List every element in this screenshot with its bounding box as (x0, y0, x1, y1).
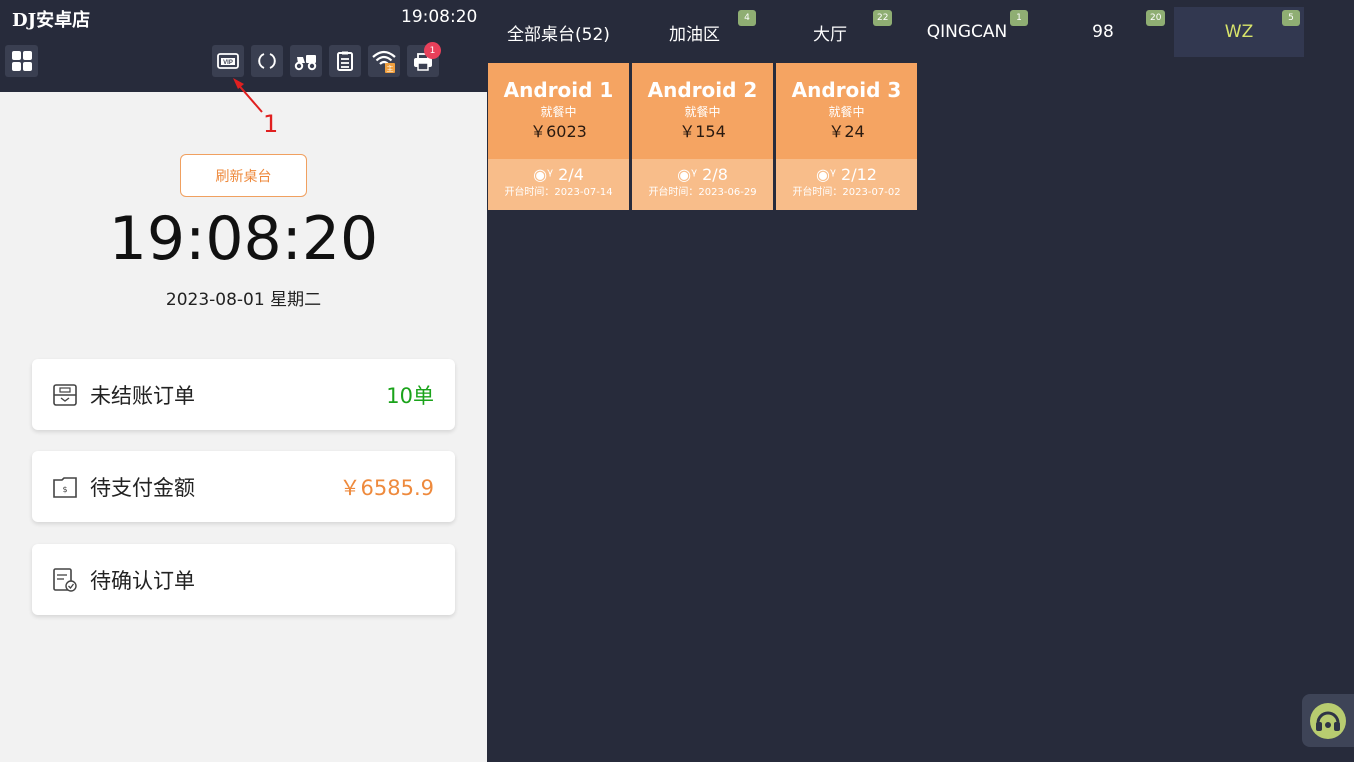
table-open-time: 开台时间：2023-06-29 (648, 187, 757, 198)
vip-icon: VIP (217, 53, 239, 69)
card-label: 未结账订单 (90, 383, 195, 408)
table-status: 就餐中 (540, 105, 577, 119)
diner-icon: ◉ᵞ (533, 165, 554, 184)
seats-value: 2/8 (702, 165, 728, 184)
tab-badge: 22 (873, 10, 893, 26)
printer-badge: 1 (424, 42, 441, 59)
annotation-number: 1 (263, 110, 279, 138)
table-card-top: Android 3 就餐中 ￥24 (776, 63, 917, 159)
seats-value: 2/12 (841, 165, 877, 184)
card-value: 10单 (386, 383, 434, 408)
unpaid-orders-card[interactable]: 未结账订单 10单 (32, 359, 455, 430)
table-seats: ◉ᵞ 2/4 (488, 159, 629, 185)
table-name: Android 2 (647, 78, 758, 102)
table-card-bottom: ◉ᵞ 2/4 开台时间：2023-07-14 (488, 159, 629, 210)
refresh-tables-button[interactable]: 刷新桌台 (180, 154, 307, 197)
annotation-arrow (233, 78, 263, 113)
svg-text:VIP: VIP (223, 60, 233, 66)
clipboard-icon (337, 51, 353, 71)
table-price: ￥6023 (530, 122, 587, 141)
tab-badge: 20 (1146, 10, 1166, 26)
table-card[interactable]: Android 2 就餐中 ￥154 ◉ᵞ 2/8 开台时间：2023-06-2… (632, 63, 773, 210)
pending-payment-card[interactable]: $ 待支付金额 ￥6585.9 (32, 451, 455, 522)
tab-hall[interactable]: 大厅 22 (773, 7, 893, 57)
customer-service-button[interactable] (1302, 694, 1354, 747)
tab-qingcan[interactable]: QINGCAN 1 (917, 7, 1028, 57)
table-seats: ◉ᵞ 2/12 (776, 159, 917, 185)
table-status: 就餐中 (828, 105, 865, 119)
delivery-button[interactable] (290, 45, 322, 77)
refresh-circle-icon (258, 53, 276, 69)
tab-label: WZ (1224, 22, 1254, 42)
table-open-time: 开台时间：2023-07-02 (792, 187, 901, 198)
table-card-bottom: ◉ᵞ 2/8 开台时间：2023-06-29 (632, 159, 773, 210)
wallet-icon: $ (52, 474, 78, 500)
card-label: 待支付金额 (90, 475, 195, 500)
grid-icon (11, 51, 32, 71)
tab-all-tables[interactable]: 全部桌台(52) (487, 7, 630, 57)
diner-icon: ◉ᵞ (677, 165, 698, 184)
area-tabs: 全部桌台(52) 加油区 4 大厅 22 QINGCAN 1 98 20 WZ … (487, 0, 1354, 62)
table-open-time: 开台时间：2023-07-14 (504, 187, 613, 198)
headset-icon (1310, 702, 1346, 739)
tab-gas-area[interactable]: 加油区 4 (630, 7, 759, 57)
table-price: ￥24 (828, 122, 865, 141)
tab-label: 加油区 (669, 24, 720, 45)
toolbar-icons: VIP 主 1 (212, 42, 441, 77)
left-panel: DJ安卓店 19:08:20 VIP 主 1 1 刷新桌台 19:08:20 2… (0, 0, 487, 762)
clock-display: 19:08:20 (108, 204, 379, 274)
tab-wz[interactable]: WZ 5 (1174, 7, 1304, 57)
sync-button[interactable] (251, 45, 283, 77)
table-price: ￥154 (679, 122, 726, 141)
inbox-icon (52, 382, 78, 408)
date-display: 2023-08-01 星期二 (165, 290, 322, 310)
table-card-bottom: ◉ᵞ 2/12 开台时间：2023-07-02 (776, 159, 917, 210)
printer-button[interactable]: 1 (407, 42, 441, 77)
vip-button[interactable]: VIP (212, 45, 244, 77)
tab-badge: 5 (1282, 10, 1300, 26)
tab-badge: 4 (738, 10, 756, 26)
wifi-icon: 主 (372, 50, 396, 73)
svg-text:主: 主 (387, 64, 394, 73)
tab-label: 大厅 (813, 24, 847, 45)
tab-badge: 1 (1010, 10, 1028, 26)
table-card-top: Android 2 就餐中 ￥154 (632, 63, 773, 159)
orders-button[interactable] (329, 45, 361, 77)
svg-text:$: $ (62, 485, 67, 494)
tab-98[interactable]: 98 20 (1047, 7, 1166, 57)
delivery-icon (294, 55, 317, 71)
tab-label: 98 (1092, 22, 1114, 42)
table-card[interactable]: Android 3 就餐中 ￥24 ◉ᵞ 2/12 开台时间：2023-07-0… (776, 63, 917, 210)
header-time: 19:08:20 (401, 7, 478, 27)
table-seats: ◉ᵞ 2/8 (632, 159, 773, 185)
grid-menu-button[interactable] (5, 45, 38, 77)
card-value: ￥6585.9 (339, 475, 434, 500)
diner-icon: ◉ᵞ (816, 165, 836, 184)
document-check-icon (52, 567, 78, 593)
tab-label: 全部桌台(52) (507, 24, 610, 45)
table-status: 就餐中 (684, 105, 721, 119)
card-label: 待确认订单 (90, 568, 195, 593)
table-card[interactable]: Android 1 就餐中 ￥6023 ◉ᵞ 2/4 开台时间：2023-07-… (488, 63, 629, 210)
table-name: Android 3 (791, 78, 902, 102)
tab-label: QINGCAN (926, 22, 1008, 42)
table-name: Android 1 (503, 78, 614, 102)
table-card-top: Android 1 就餐中 ￥6023 (488, 63, 629, 159)
pending-confirm-card[interactable]: 待确认订单 (32, 544, 455, 615)
wifi-button[interactable]: 主 (368, 45, 400, 77)
seats-value: 2/4 (558, 165, 584, 184)
store-name: DJ安卓店 (12, 10, 91, 31)
